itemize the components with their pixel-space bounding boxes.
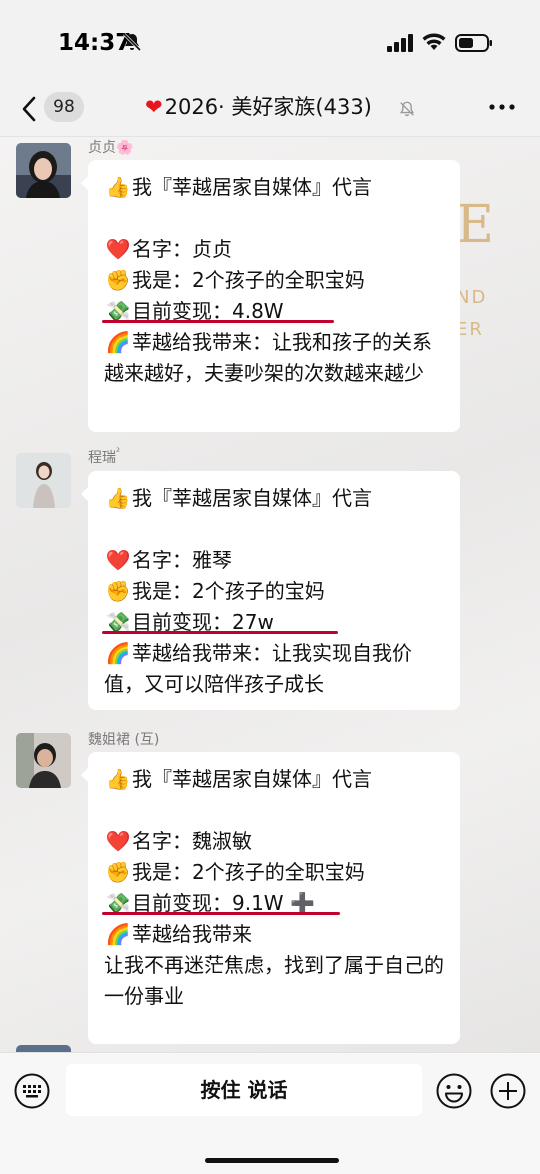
message-text: 我是：2个孩子的宝妈 [132,579,325,603]
sender-name-text: 程瑞 [88,450,116,466]
emoji-icon[interactable] [436,1073,472,1109]
message-text: 我是：2个孩子的全职宝妈 [132,268,365,292]
message-text: 莘越给我带来：让我和孩子的关系越来越好，夫妻吵架的次数越来越少 [104,330,432,385]
heart-icon: ❤️ [105,237,131,261]
home-indicator [205,1158,339,1163]
avatar[interactable] [16,1045,71,1052]
avatar[interactable] [16,733,71,788]
message-text: 名字：魏淑敏 [132,829,252,853]
status-time: 14:37 [58,30,132,56]
thumbs-up-icon: 👍 [105,767,131,791]
message-line: 让我不再迷茫焦虑，找到了属于自己的一份事业 [104,950,450,1012]
message-line: 👍我『莘越居家自媒体』代言 [104,172,450,203]
sender-name: 魏姐裙 (互) [88,732,160,748]
message-line: ✊我是：2个孩子的宝妈 [104,576,450,607]
muted-bell-icon [399,101,415,117]
message-line-blank [104,795,450,826]
message-line: ❤️名字：雅琴 [104,545,450,576]
message-line: 🌈莘越给我带来：让我实现自我价值，又可以陪伴孩子成长 [104,638,450,700]
fist-icon: ✊ [105,579,131,603]
unread-count-badge[interactable]: 98 [44,92,84,122]
chat-area[interactable]: E ND ER 贞贞🌸 👍我『莘越居家自媒体』代言 ❤️名字：贞贞 ✊我是：2个… [0,137,540,1052]
thumbs-up-icon: 👍 [105,486,131,510]
message-text: 莘越给我带来 [132,922,252,946]
message-text: 莘越给我带来：让我实现自我价值，又可以陪伴孩子成长 [104,641,412,696]
message-text: 我『莘越居家自媒体』代言 [132,486,372,510]
wifi-icon [422,33,446,50]
heart-icon: ❤️ [105,829,131,853]
mute-bell-icon [122,32,142,52]
message-line-blank [104,514,450,545]
battery-icon [455,34,492,52]
message-line: ✊我是：2个孩子的全职宝妈 [104,265,450,296]
message-bubble[interactable]: 👍我『莘越居家自媒体』代言 ❤️名字：雅琴 ✊我是：2个孩子的宝妈 💸目前变现：… [81,471,460,710]
message-line-blank [104,203,450,234]
input-bar: 按住 说话 [0,1052,540,1174]
rainbow-icon: 🌈 [105,330,131,354]
message-text: 名字：雅琴 [132,548,232,572]
fist-icon: ✊ [105,860,131,884]
message-text: 名字：贞贞 [132,237,232,261]
message-line: ❤️名字：贞贞 [104,234,450,265]
sender-name-text: 贞贞 [88,140,116,156]
message-text: 我是：2个孩子的全职宝妈 [132,860,365,884]
message-text: 让我不再迷茫焦虑，找到了属于自己的一份事业 [104,953,444,1008]
message-bubble[interactable]: 👍我『莘越居家自媒体』代言 ❤️名字：魏淑敏 ✊我是：2个孩子的全职宝妈 💸目前… [81,752,460,1044]
message-line: 👍我『莘越居家自媒体』代言 [104,483,450,514]
sender-name: 程瑞² [88,447,120,467]
add-icon[interactable] [490,1073,526,1109]
message-line: ✊我是：2个孩子的全职宝妈 [104,857,450,888]
background-decor-text-2: ER [456,319,484,340]
more-options-icon[interactable] [488,96,516,118]
message-line: 🌈莘越给我带来 [104,919,450,950]
highlight-underline [102,320,334,323]
heart-icon: ❤️ [105,548,131,572]
cellular-signal-icon [387,34,413,52]
background-decor-letter: E [456,195,494,255]
keyboard-icon[interactable] [14,1073,50,1109]
status-bar: 14:37 [0,0,540,88]
avatar[interactable] [16,143,71,198]
back-arrow-icon[interactable] [18,92,42,126]
heart-icon: ❤ [145,95,163,119]
fist-icon: ✊ [105,268,131,292]
flower-icon: 🌸 [116,140,134,156]
rainbow-icon: 🌈 [105,922,131,946]
message-line: ❤️名字：魏淑敏 [104,826,450,857]
message-bubble[interactable]: 👍我『莘越居家自媒体』代言 ❤️名字：贞贞 ✊我是：2个孩子的全职宝妈 💸目前变… [81,160,460,432]
chat-header: 98 ❤2026· 美好家族(433) [0,88,540,137]
group-title[interactable]: ❤2026· 美好家族(433) [145,90,372,124]
rainbow-icon: 🌈 [105,641,131,665]
avatar[interactable] [16,453,71,508]
message-line: 👍我『莘越居家自媒体』代言 [104,764,450,795]
thumbs-up-icon: 👍 [105,175,131,199]
highlight-underline [102,631,338,634]
message-text: 我『莘越居家自媒体』代言 [132,767,372,791]
message-line: 🌈莘越给我带来：让我和孩子的关系越来越好，夫妻吵架的次数越来越少 [104,327,450,389]
message-text: 我『莘越居家自媒体』代言 [132,175,372,199]
group-title-text: 2026· 美好家族(433) [164,95,372,119]
hold-to-talk-button[interactable]: 按住 说话 [66,1064,422,1116]
highlight-underline [102,912,340,915]
sender-name-text: ² [116,447,121,458]
sender-name: 贞贞🌸 [88,137,133,157]
background-decor-text-1: ND [456,287,488,308]
